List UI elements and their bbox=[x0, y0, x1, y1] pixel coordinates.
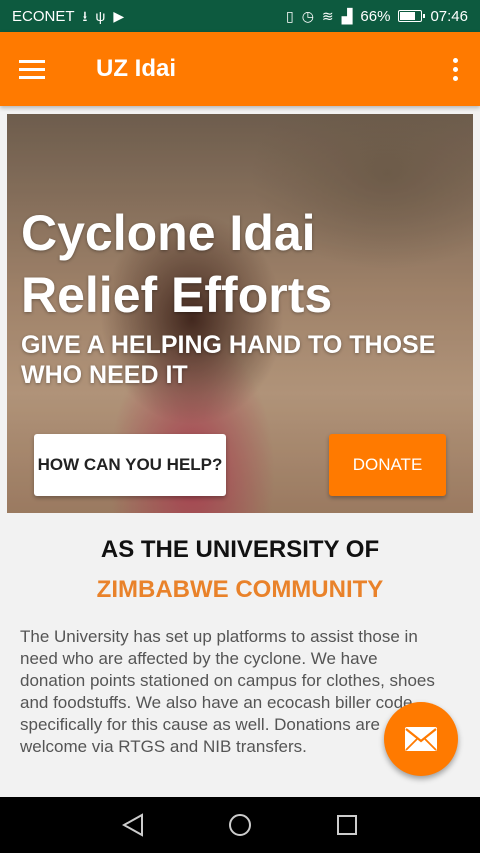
donate-button[interactable]: DONATE bbox=[329, 434, 446, 496]
vibrate-icon: ▯ bbox=[285, 8, 294, 24]
hero-subtitle: GIVE A HELPING HAND TO THOSE WHO NEED IT bbox=[21, 331, 436, 389]
more-vertical-icon[interactable] bbox=[430, 32, 480, 106]
hero-banner: Cyclone Idai Relief Efforts GIVE A HELPI… bbox=[7, 114, 473, 513]
clock: 07:46 bbox=[430, 7, 468, 25]
system-nav-bar bbox=[0, 797, 480, 853]
hamburger-menu-icon[interactable] bbox=[0, 32, 64, 106]
wifi-icon: ≋ bbox=[321, 8, 334, 24]
carrier-label: ECONET bbox=[12, 7, 75, 25]
section-heading-line2: ZIMBABWE COMMUNITY bbox=[96, 576, 384, 603]
mail-icon bbox=[405, 727, 437, 751]
mail-fab-button[interactable] bbox=[384, 702, 458, 776]
signal-icon: ▟ bbox=[341, 8, 353, 24]
usb-icon: ψ bbox=[95, 8, 106, 24]
app-bar: UZ Idai bbox=[0, 32, 480, 106]
home-icon[interactable] bbox=[220, 805, 260, 845]
section-heading-line1: AS THE UNIVERSITY OF bbox=[100, 536, 380, 563]
battery-fill bbox=[400, 12, 415, 20]
download-icon: ⭳ bbox=[82, 8, 88, 24]
back-icon[interactable] bbox=[113, 805, 153, 845]
alarm-icon: ◷ bbox=[301, 8, 314, 24]
status-bar: ECONET ⭳ ψ ▶ ▯ ◷ ≋ ▟ 66% 07:46 bbox=[0, 0, 480, 32]
app-title: UZ Idai bbox=[96, 55, 177, 82]
recents-icon[interactable] bbox=[327, 805, 367, 845]
battery-icon bbox=[398, 10, 426, 22]
how-can-you-help-button[interactable]: HOW CAN YOU HELP? bbox=[34, 434, 226, 496]
section-body-text: The University has set up platforms to a… bbox=[20, 627, 435, 756]
media-icon: ▶ bbox=[113, 8, 125, 24]
hero-title: Cyclone Idai Relief Efforts bbox=[21, 205, 333, 323]
battery-percent: 66% bbox=[360, 7, 391, 25]
